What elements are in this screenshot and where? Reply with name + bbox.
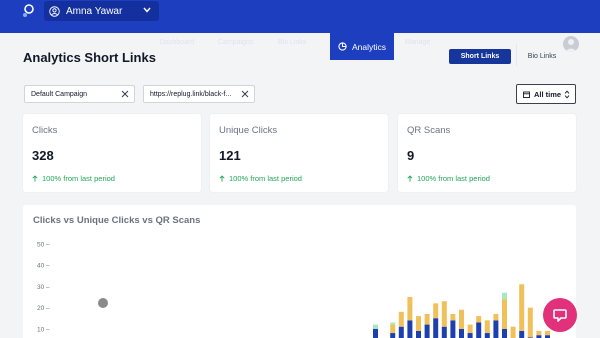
stat-value: 9 xyxy=(407,148,415,163)
bar-clicks[interactable] xyxy=(424,324,430,338)
bar-unique-clicks[interactable] xyxy=(484,320,490,334)
bar-unique-clicks[interactable] xyxy=(398,311,404,327)
bar-unique-clicks[interactable] xyxy=(502,299,507,329)
arrow-up-icon xyxy=(32,175,38,182)
stat-title: Clicks xyxy=(32,125,58,136)
stat-title: QR Scans xyxy=(407,125,451,136)
bar-clicks[interactable] xyxy=(398,326,404,338)
time-range-value: All time xyxy=(534,89,562,99)
bar-clicks[interactable] xyxy=(493,320,499,338)
short-links-toggle[interactable]: Short Links xyxy=(449,49,511,64)
bar-clicks[interactable] xyxy=(407,320,413,338)
stat-change-text: 100% from last period xyxy=(417,174,490,183)
bar-unique-clicks[interactable] xyxy=(450,313,456,321)
clicks-chart-card: Clicks vs Unique Clicks vs QR Scans 50 –… xyxy=(23,205,576,338)
bio-links-toggle[interactable]: Bio Links xyxy=(519,49,565,64)
up-down-icon xyxy=(564,90,570,99)
replug-logo-icon[interactable] xyxy=(22,4,34,18)
bar-unique-clicks[interactable] xyxy=(424,313,430,325)
bar-clicks[interactable] xyxy=(416,330,421,338)
bar-unique-clicks[interactable] xyxy=(459,309,464,329)
toggle-divider xyxy=(516,44,517,66)
stat-card-clicks: Clicks 328 100% from last period xyxy=(23,114,201,192)
nav-item-dashboard[interactable]: Dashboard xyxy=(160,39,194,46)
bar-unique-clicks[interactable] xyxy=(390,324,396,334)
time-range-select[interactable]: All time xyxy=(516,84,576,104)
y-tick-label: 40 – xyxy=(37,263,50,270)
stat-title: Unique Clicks xyxy=(219,125,278,136)
bar-unique-clicks[interactable] xyxy=(545,330,550,336)
campaign-filter[interactable]: Default Campaign xyxy=(24,85,135,103)
link-filter-value: https://replug.link/black-f... xyxy=(150,90,232,98)
bar-clicks[interactable] xyxy=(450,320,456,338)
stat-card-qr-scans: QR Scans 9 100% from last period xyxy=(398,114,576,192)
bar-clicks[interactable] xyxy=(441,326,447,338)
bar-qr-scans[interactable] xyxy=(502,292,507,300)
stat-change: 100% from last period xyxy=(32,174,115,183)
nav-item-bio-links[interactable]: Bio Links xyxy=(278,39,306,46)
clicks-chart: 50 – 40 – 30 – 20 – 10 – xyxy=(37,242,550,338)
y-tick-label: 10 – xyxy=(37,326,50,333)
bar-clicks[interactable] xyxy=(502,328,507,338)
workspace-user-switcher[interactable]: Amna Yawar xyxy=(44,1,159,21)
chat-support-button[interactable] xyxy=(543,298,577,332)
bar-unique-clicks[interactable] xyxy=(416,316,421,331)
avatar[interactable] xyxy=(563,36,579,52)
calendar-icon xyxy=(523,91,530,98)
pie-chart-icon xyxy=(338,42,347,51)
y-tick-label: 30 – xyxy=(37,284,50,291)
bar-unique-clicks[interactable] xyxy=(519,284,525,331)
bar-unique-clicks[interactable] xyxy=(433,303,439,319)
link-filter[interactable]: https://replug.link/black-f... xyxy=(143,85,255,103)
bar-unique-clicks[interactable] xyxy=(407,297,413,321)
stat-change: 100% from last period xyxy=(219,174,302,183)
tab-analytics[interactable]: Analytics xyxy=(330,33,394,60)
chevron-down-icon xyxy=(143,7,151,13)
page-title: Analytics Short Links xyxy=(23,50,156,65)
chat-bubble-icon xyxy=(553,309,567,322)
bar-clicks[interactable] xyxy=(459,328,464,338)
tab-analytics-label: Analytics xyxy=(351,41,386,52)
bar-clicks[interactable] xyxy=(519,330,525,338)
stat-value: 328 xyxy=(32,148,54,163)
stat-change-text: 100% from last period xyxy=(229,174,302,183)
arrow-up-icon xyxy=(219,175,225,182)
nav-item-manage[interactable]: Manage xyxy=(405,39,430,46)
user-circle-icon xyxy=(49,5,60,17)
bar-unique-clicks[interactable] xyxy=(527,307,533,338)
bar-clicks[interactable] xyxy=(484,333,490,338)
bar-unique-clicks[interactable] xyxy=(441,301,447,327)
top-navbar: Amna Yawar xyxy=(0,0,600,33)
y-tick-label: 20 – xyxy=(37,305,50,312)
bar-clicks[interactable] xyxy=(476,322,482,338)
stat-change-text: 100% from last period xyxy=(42,174,115,183)
bar-unique-clicks[interactable] xyxy=(536,330,542,336)
campaign-filter-value: Default Campaign xyxy=(31,90,88,98)
arrow-up-icon xyxy=(407,175,413,182)
close-icon[interactable] xyxy=(241,90,249,98)
stat-change: 100% from last period xyxy=(407,174,490,183)
stat-card-unique-clicks: Unique Clicks 121 100% from last period xyxy=(210,114,388,192)
bar-unique-clicks[interactable] xyxy=(467,324,473,334)
bar-unique-clicks[interactable] xyxy=(493,313,499,321)
bar-qr-scans[interactable] xyxy=(390,322,396,325)
bar-clicks[interactable] xyxy=(373,328,378,338)
cursor-indicator xyxy=(98,298,108,308)
bar-unique-clicks[interactable] xyxy=(476,316,482,323)
bar-unique-clicks[interactable] xyxy=(510,326,516,338)
avatar-person-icon xyxy=(565,39,577,52)
bar-clicks[interactable] xyxy=(467,333,473,338)
close-icon[interactable] xyxy=(121,90,129,98)
bar-qr-scans[interactable] xyxy=(373,324,378,329)
nav-item-campaigns[interactable]: Campaigns xyxy=(218,39,253,46)
bar-clicks[interactable] xyxy=(433,318,439,338)
user-name: Amna Yawar xyxy=(66,5,123,17)
bar-clicks[interactable] xyxy=(390,333,396,338)
y-tick-label: 50 – xyxy=(37,242,50,249)
stat-value: 121 xyxy=(219,148,241,163)
